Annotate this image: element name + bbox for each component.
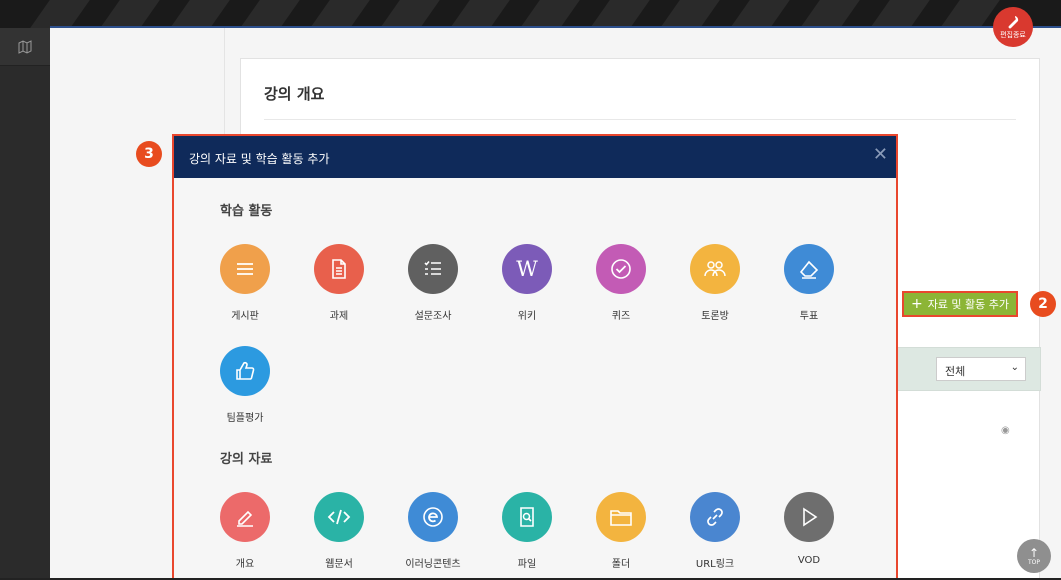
- modal-header: 강의 자료 및 학습 활동 추가 ✕: [174, 136, 896, 178]
- map-icon[interactable]: [0, 28, 50, 66]
- activity-item-assignment[interactable]: 과제: [294, 244, 384, 322]
- activity-item-team-eval[interactable]: 팀플평가: [200, 346, 290, 424]
- activities-section-title: 학습 활동: [220, 204, 273, 219]
- scroll-top-label: TOP: [1027, 558, 1040, 566]
- close-icon[interactable]: ✕: [873, 146, 888, 164]
- resource-item-folder[interactable]: 폴더: [576, 492, 666, 570]
- resource-label: 웹문서: [325, 559, 353, 570]
- modal-title: 강의 자료 및 학습 활동 추가: [189, 152, 330, 166]
- link-icon: [690, 492, 740, 542]
- add-button-label: 자료 및 활동 추가: [927, 298, 1010, 311]
- resource-label: URL링크: [695, 559, 735, 570]
- activity-label: 설문조사: [414, 311, 452, 322]
- activity-label: 팀플평가: [226, 413, 264, 424]
- section-title: 강의 개요: [264, 85, 325, 103]
- arrow-up-icon: ↑: [1028, 545, 1040, 560]
- activity-label: 위키: [517, 311, 537, 322]
- activity-item-vote[interactable]: 투표: [764, 244, 854, 322]
- add-activity-modal: 강의 자료 및 학습 활동 추가 ✕ 학습 활동 게시판 과제 설문조사 W 위…: [172, 134, 898, 580]
- edit-end-label: 편집종료: [1000, 30, 1026, 39]
- people-icon: [690, 244, 740, 294]
- resource-label: 폴더: [611, 559, 631, 570]
- file-search-icon: [502, 492, 552, 542]
- checklist-icon: [408, 244, 458, 294]
- activity-item-board[interactable]: 게시판: [200, 244, 290, 322]
- activity-item-survey[interactable]: 설문조사: [388, 244, 478, 322]
- divider: [264, 119, 1016, 120]
- resource-label: 이러닝콘텐츠: [405, 559, 461, 570]
- resource-item-url-link[interactable]: URL링크: [670, 492, 760, 570]
- activity-label: 토론방: [701, 311, 729, 322]
- resource-item-web-doc[interactable]: 웹문서: [294, 492, 384, 570]
- top-bar: [0, 0, 1061, 28]
- resource-item-file[interactable]: 파일: [482, 492, 572, 570]
- play-icon: [784, 492, 834, 542]
- resource-item-elearning[interactable]: 이러닝콘텐츠: [388, 492, 478, 570]
- filter-select[interactable]: 전체 ⌄: [936, 357, 1026, 381]
- wrench-icon: [1008, 15, 1019, 28]
- activity-label: 투표: [799, 311, 819, 322]
- activity-item-discussion[interactable]: 토론방: [670, 244, 760, 322]
- step-badge-3: 3: [136, 141, 162, 167]
- list-icon: [220, 244, 270, 294]
- activity-label: 퀴즈: [611, 311, 631, 322]
- document-icon: [314, 244, 364, 294]
- pencil-icon: [220, 492, 270, 542]
- thumbs-up-icon: [220, 346, 270, 396]
- chevron-down-icon: ⌄: [1010, 362, 1019, 373]
- edit-end-button[interactable]: 편집종료: [993, 7, 1033, 47]
- add-resource-activity-button[interactable]: + 자료 및 활동 추가: [902, 291, 1018, 317]
- code-icon: [314, 492, 364, 542]
- left-sidebar: [0, 28, 50, 580]
- plus-icon: +: [910, 296, 923, 312]
- filter-select-value: 전체: [945, 365, 966, 378]
- activity-label: 과제: [329, 311, 349, 322]
- eraser-icon: [784, 244, 834, 294]
- resource-label: VOD: [797, 555, 821, 566]
- activity-item-wiki[interactable]: W 위키: [482, 244, 572, 322]
- eye-icon[interactable]: ◉: [1001, 425, 1010, 436]
- resource-item-outline[interactable]: 개요: [200, 492, 290, 570]
- e-icon: [408, 492, 458, 542]
- scroll-top-button[interactable]: ↑ TOP: [1017, 539, 1051, 573]
- resource-item-vod[interactable]: VOD: [764, 492, 854, 566]
- resource-label: 파일: [517, 559, 537, 570]
- check-circle-icon: [596, 244, 646, 294]
- activity-label: 게시판: [231, 311, 259, 322]
- resources-section-title: 강의 자료: [220, 452, 273, 467]
- activity-item-quiz[interactable]: 퀴즈: [576, 244, 666, 322]
- wiki-icon: W: [502, 244, 552, 294]
- step-badge-2: 2: [1030, 291, 1056, 317]
- folder-icon: [596, 492, 646, 542]
- resource-label: 개요: [235, 559, 255, 570]
